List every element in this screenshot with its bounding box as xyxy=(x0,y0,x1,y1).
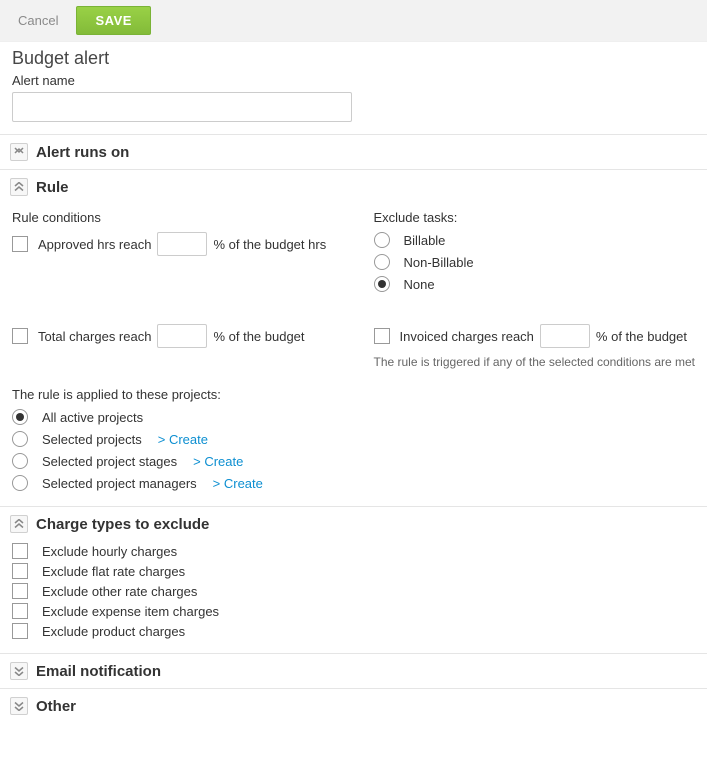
create-link[interactable]: > Create xyxy=(148,432,208,447)
rule-trigger-note: The rule is triggered if any of the sele… xyxy=(374,351,696,369)
charge-exclude-checkbox[interactable] xyxy=(12,623,28,639)
collapse-icon[interactable] xyxy=(10,515,28,533)
apply-to-radio[interactable] xyxy=(12,453,28,469)
expand-icon[interactable] xyxy=(10,662,28,680)
exclude-task-radio[interactable] xyxy=(374,232,390,248)
total-charges-checkbox[interactable] xyxy=(12,328,28,344)
total-charges-input[interactable] xyxy=(157,324,207,348)
save-button[interactable]: SAVE xyxy=(76,6,150,35)
exclude-task-option: Billable xyxy=(374,229,696,251)
invoiced-charges-checkbox[interactable] xyxy=(374,328,390,344)
charge-exclude-option: Exclude hourly charges xyxy=(12,541,695,561)
apply-to-label: Selected project stages xyxy=(38,454,177,469)
charge-exclude-label: Exclude hourly charges xyxy=(38,544,177,559)
expand-icon[interactable] xyxy=(10,697,28,715)
expand-icon[interactable] xyxy=(10,143,28,161)
apply-to-radio[interactable] xyxy=(12,409,28,425)
apply-to-option: Selected projects > Create xyxy=(12,428,695,450)
approved-hrs-prefix: Approved hrs reach xyxy=(38,237,151,252)
charge-exclude-option: Exclude expense item charges xyxy=(12,601,695,621)
section-title: Alert runs on xyxy=(36,144,129,161)
section-title: Rule xyxy=(36,179,69,196)
section-header-runs-on[interactable]: Alert runs on xyxy=(0,135,707,169)
invoiced-charges-suffix: % of the budget xyxy=(596,329,687,344)
total-charges-suffix: % of the budget xyxy=(213,329,304,344)
charge-exclude-option: Exclude other rate charges xyxy=(12,581,695,601)
total-charges-prefix: Total charges reach xyxy=(38,329,151,344)
apply-to-option: All active projects xyxy=(12,406,695,428)
apply-to-option: Selected project managers > Create xyxy=(12,472,695,494)
rule-conditions-heading: Rule conditions xyxy=(12,204,334,229)
create-link[interactable]: > Create xyxy=(183,454,243,469)
charge-exclude-label: Exclude other rate charges xyxy=(38,584,197,599)
apply-to-radio[interactable] xyxy=(12,475,28,491)
exclude-task-label: None xyxy=(400,277,435,292)
condition-total-charges: Total charges reach % of the budget xyxy=(12,321,334,351)
charge-exclude-option: Exclude flat rate charges xyxy=(12,561,695,581)
apply-to-label: Selected project managers xyxy=(38,476,197,491)
exclude-task-option: None xyxy=(374,273,696,295)
section-header-charges[interactable]: Charge types to exclude xyxy=(0,507,707,541)
section-title: Other xyxy=(36,698,76,715)
invoiced-charges-prefix: Invoiced charges reach xyxy=(400,329,534,344)
condition-invoiced-charges: Invoiced charges reach % of the budget xyxy=(374,321,696,351)
section-title: Charge types to exclude xyxy=(36,516,209,533)
charge-exclude-checkbox[interactable] xyxy=(12,583,28,599)
alert-name-input[interactable] xyxy=(12,92,352,122)
condition-approved-hrs: Approved hrs reach % of the budget hrs xyxy=(12,229,334,259)
exclude-task-label: Non-Billable xyxy=(400,255,474,270)
apply-to-label: Selected projects xyxy=(38,432,142,447)
apply-to-radio[interactable] xyxy=(12,431,28,447)
exclude-task-radio[interactable] xyxy=(374,276,390,292)
charge-exclude-label: Exclude expense item charges xyxy=(38,604,219,619)
section-title: Email notification xyxy=(36,663,161,680)
create-link[interactable]: > Create xyxy=(203,476,263,491)
page-title: Budget alert xyxy=(0,42,707,71)
invoiced-charges-input[interactable] xyxy=(540,324,590,348)
charge-exclude-checkbox[interactable] xyxy=(12,603,28,619)
rule-applied-heading: The rule is applied to these projects: xyxy=(12,369,695,406)
approved-hrs-input[interactable] xyxy=(157,232,207,256)
toolbar: Cancel SAVE xyxy=(0,0,707,42)
charge-exclude-label: Exclude product charges xyxy=(38,624,185,639)
charge-exclude-option: Exclude product charges xyxy=(12,621,695,641)
section-body-rule: Rule conditions Approved hrs reach % of … xyxy=(0,204,707,506)
exclude-task-radio[interactable] xyxy=(374,254,390,270)
section-header-other[interactable]: Other xyxy=(0,689,707,723)
alert-name-label: Alert name xyxy=(0,71,707,90)
exclude-task-label: Billable xyxy=(400,233,446,248)
approved-hrs-suffix: % of the budget hrs xyxy=(213,237,326,252)
exclude-task-option: Non-Billable xyxy=(374,251,696,273)
exclude-tasks-heading: Exclude tasks: xyxy=(374,204,696,229)
apply-to-option: Selected project stages > Create xyxy=(12,450,695,472)
apply-to-label: All active projects xyxy=(38,410,143,425)
charge-exclude-checkbox[interactable] xyxy=(12,563,28,579)
approved-hrs-checkbox[interactable] xyxy=(12,236,28,252)
cancel-button[interactable]: Cancel xyxy=(10,9,66,32)
charge-exclude-checkbox[interactable] xyxy=(12,543,28,559)
section-header-email[interactable]: Email notification xyxy=(0,654,707,688)
section-body-charges: Exclude hourly charges Exclude flat rate … xyxy=(0,541,707,653)
charge-exclude-label: Exclude flat rate charges xyxy=(38,564,185,579)
collapse-icon[interactable] xyxy=(10,178,28,196)
section-header-rule[interactable]: Rule xyxy=(0,170,707,204)
